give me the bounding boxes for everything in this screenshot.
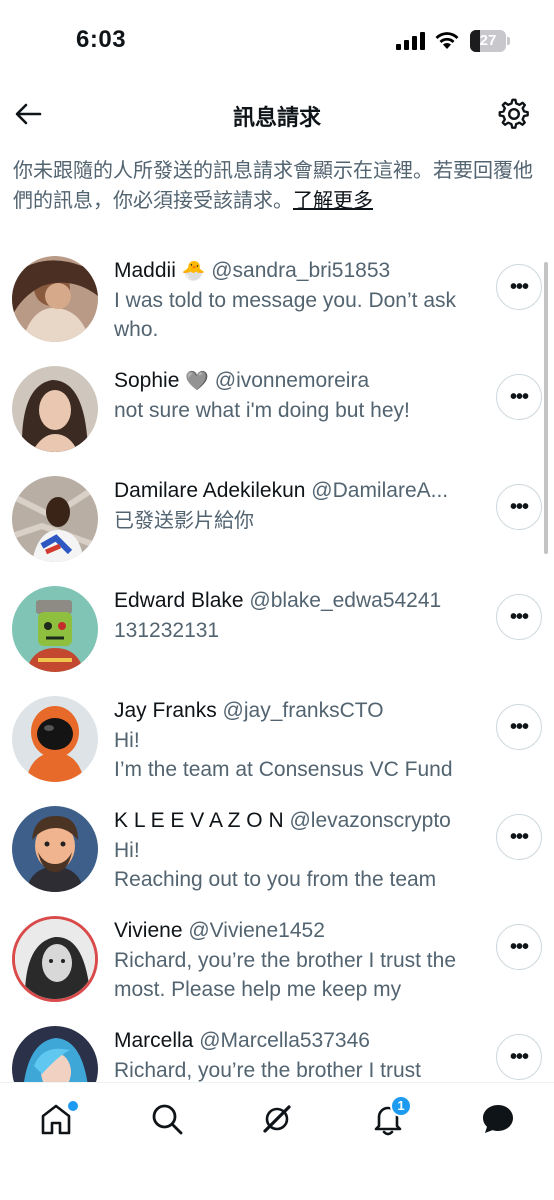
sender-name: Viviene (114, 919, 183, 942)
battery-percent: 27 (479, 32, 497, 49)
sender-handle: @Viviene1452 (188, 919, 325, 942)
message-preview: not sure what i'm doing but hey! (114, 399, 410, 422)
tab-notifications[interactable]: 1 (360, 1093, 416, 1145)
sender-name-line: Viviene @Viviene1452 (114, 916, 484, 946)
more-options-button[interactable]: ••• (496, 924, 542, 970)
message-preview: Richard, you’re the brother I trust (114, 1059, 421, 1082)
avatar[interactable] (12, 696, 98, 782)
notification-count-badge: 1 (390, 1095, 412, 1117)
sender-handle: @ivonnemoreira (214, 369, 370, 392)
more-options-button[interactable]: ••• (496, 1034, 542, 1080)
message-preview: 已發送影片給你 (114, 508, 254, 532)
request-list: Maddii 🐣 @sandra_bri51853 I was told to … (0, 244, 554, 1082)
request-row[interactable]: Sophie 🩶 @ivonnemoreira not sure what i'… (0, 354, 554, 464)
sender-name-line: Damilare Adekilekun @DamilareA... (114, 476, 484, 506)
sender-name-line: K L E E V A Z O N @levazonscrypto (114, 806, 484, 836)
avatar[interactable] (12, 586, 98, 672)
avatar[interactable] (12, 1026, 98, 1082)
sender-name-line: Sophie 🩶 @ivonnemoreira (114, 366, 484, 396)
sender-name: Damilare Adekilekun (114, 479, 306, 502)
sender-name-line: Marcella @Marcella537346 (114, 1026, 484, 1056)
sender-handle: @levazonscrypto (289, 809, 451, 832)
sender-handle: @Marcella537346 (199, 1029, 370, 1052)
message-preview: Richard, you’re the brother I trust the … (114, 949, 456, 1001)
sender-name-line: Edward Blake @blake_edwa54241 (114, 586, 484, 616)
request-row[interactable]: Edward Blake @blake_edwa54241 131232131 … (0, 574, 554, 684)
sender-handle: @blake_edwa54241 (249, 589, 442, 612)
sender-name: Jay Franks (114, 699, 217, 722)
sender-name: Sophie (114, 369, 180, 392)
page-title: 訊息請求 (232, 106, 321, 131)
more-options-button[interactable]: ••• (496, 264, 542, 310)
avatar[interactable] (12, 366, 98, 452)
request-row[interactable]: Viviene @Viviene1452 Richard, you’re the… (0, 904, 554, 1014)
grok-icon (263, 1105, 291, 1133)
sender-name: K L E E V A Z O N (114, 809, 284, 832)
avatar[interactable] (12, 806, 98, 892)
avatar[interactable] (12, 256, 98, 342)
sender-name-line: Jay Franks @jay_franksCTO (114, 696, 484, 726)
status-time: 6:03 (76, 26, 127, 53)
search-icon (152, 1104, 183, 1135)
tab-home[interactable] (28, 1093, 84, 1145)
tab-messages[interactable] (470, 1093, 526, 1145)
sender-handle: @DamilareA... (311, 479, 449, 502)
message-preview: I was told to message you. Don’t ask who… (114, 289, 456, 341)
sender-handle: @sandra_bri51853 (211, 259, 391, 282)
hatching-chick-emoji: 🐣 (181, 260, 206, 282)
status-bar: 6:03 27 (0, 0, 554, 84)
request-row[interactable]: Maddii 🐣 @sandra_bri51853 I was told to … (0, 244, 554, 354)
request-row[interactable]: K L E E V A Z O N @levazonscrypto Hi! Re… (0, 794, 554, 904)
messages-icon (483, 1105, 513, 1133)
message-preview: Hi! Reaching out to you from the team (114, 839, 437, 891)
request-description: 你未跟隨的人所發送的訊息請求會顯示在這裡。若要回覆他們的訊息，你必須接受該請求。… (13, 155, 543, 215)
message-preview: Hi! I’m the team at Consensus VC Fund (114, 729, 453, 781)
sender-name: Maddii (114, 259, 176, 282)
sender-name-line: Maddii 🐣 @sandra_bri51853 (114, 256, 484, 286)
message-preview: 131232131 (114, 619, 220, 642)
tab-search[interactable] (139, 1093, 195, 1145)
grey-heart-emoji: 🩶 (185, 370, 209, 392)
avatar[interactable] (12, 476, 98, 562)
home-unread-dot (68, 1101, 78, 1111)
sender-name: Edward Blake (114, 589, 244, 612)
header: 訊息請求 (0, 88, 554, 140)
cellular-signal-icon (396, 32, 425, 50)
avatar[interactable] (12, 916, 98, 1002)
learn-more-link[interactable]: 了解更多 (293, 188, 373, 212)
tab-grok[interactable] (249, 1093, 305, 1145)
sender-name: Marcella (114, 1029, 194, 1052)
more-options-button[interactable]: ••• (496, 704, 542, 750)
gear-icon (498, 98, 529, 129)
request-row[interactable]: Marcella @Marcella537346 Richard, you’re… (0, 1014, 554, 1082)
tab-bar: 1 (0, 1082, 554, 1200)
description-text: 你未跟隨的人所發送的訊息請求會顯示在這裡。若要回覆他們的訊息，你必須接受該請求。 (13, 158, 533, 212)
settings-button[interactable] (496, 96, 532, 132)
more-options-button[interactable]: ••• (496, 814, 542, 860)
more-options-button[interactable]: ••• (496, 374, 542, 420)
request-row[interactable]: Jay Franks @jay_franksCTO Hi! I’m the te… (0, 684, 554, 794)
sender-handle: @jay_franksCTO (222, 699, 384, 722)
scrollbar[interactable] (544, 262, 548, 554)
wifi-icon (435, 32, 459, 49)
battery-indicator: 27 (470, 30, 510, 52)
request-row[interactable]: Damilare Adekilekun @DamilareA... 已發送影片給… (0, 464, 554, 574)
more-options-button[interactable]: ••• (496, 484, 542, 530)
more-options-button[interactable]: ••• (496, 594, 542, 640)
